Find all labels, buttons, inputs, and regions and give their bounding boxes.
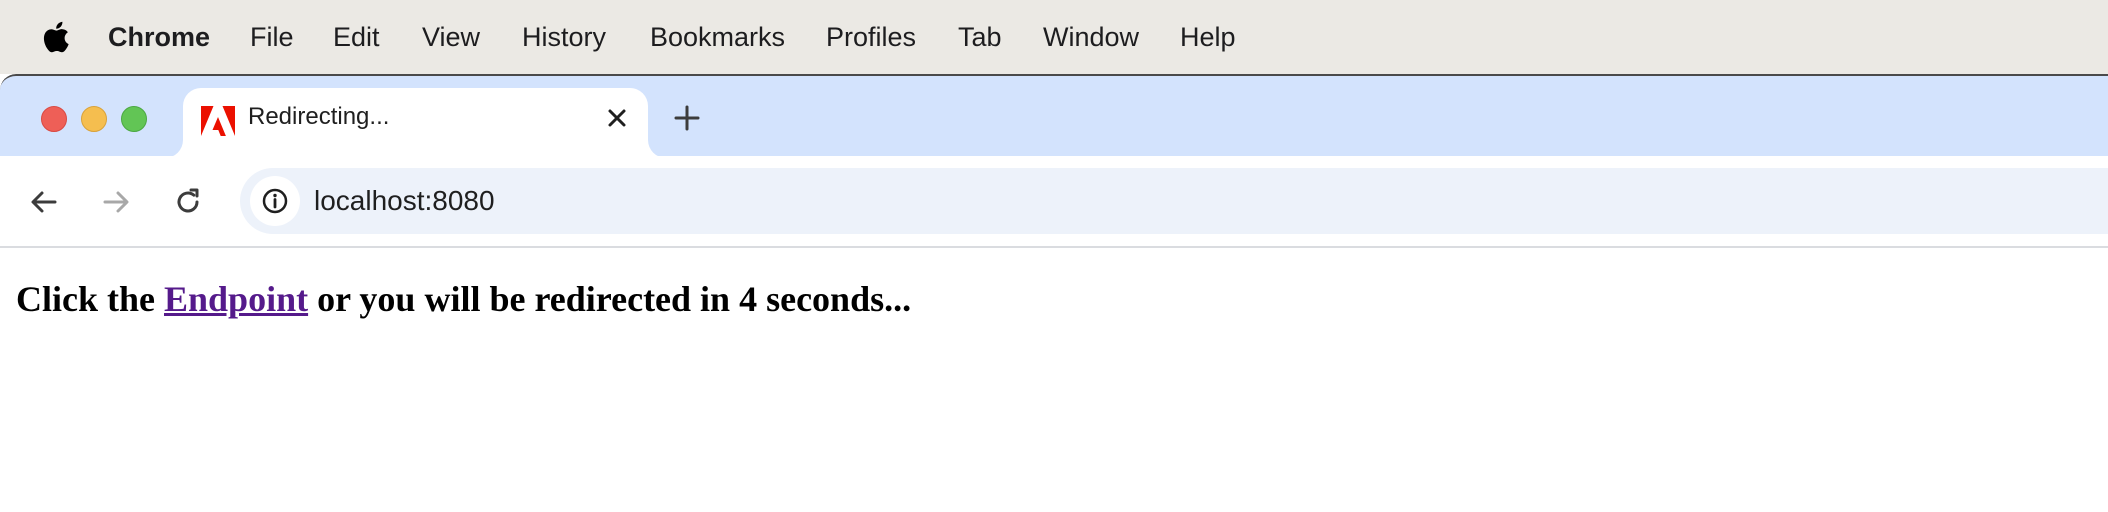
menu-profiles[interactable]: Profiles bbox=[826, 0, 916, 74]
minimize-window-button[interactable] bbox=[81, 106, 107, 132]
redirect-suffix: or you will be redirected in 4 seconds..… bbox=[308, 279, 912, 319]
menu-bookmarks[interactable]: Bookmarks bbox=[650, 0, 785, 74]
tab-strip: Redirecting... bbox=[0, 74, 2108, 158]
menu-file[interactable]: File bbox=[250, 0, 294, 74]
browser-window: Redirecting... localhost:8080 Click the … bbox=[0, 74, 2108, 512]
site-info-button[interactable] bbox=[250, 176, 300, 226]
url-text[interactable]: localhost:8080 bbox=[314, 168, 495, 234]
menu-help[interactable]: Help bbox=[1180, 0, 1236, 74]
address-bar[interactable]: localhost:8080 bbox=[240, 168, 2108, 234]
active-tab[interactable]: Redirecting... bbox=[183, 88, 648, 158]
menu-tab[interactable]: Tab bbox=[958, 0, 1002, 74]
close-tab-icon[interactable] bbox=[603, 104, 631, 132]
menu-history[interactable]: History bbox=[522, 0, 606, 74]
close-window-button[interactable] bbox=[41, 106, 67, 132]
zoom-window-button[interactable] bbox=[121, 106, 147, 132]
macos-menu-bar: Chrome File Edit View History Bookmarks … bbox=[0, 0, 2108, 74]
tab-title: Redirecting... bbox=[248, 103, 390, 130]
page-content: Click the Endpoint or you will be redire… bbox=[0, 248, 2108, 512]
redirect-prefix: Click the bbox=[16, 279, 164, 319]
menu-window[interactable]: Window bbox=[1043, 0, 1139, 74]
menu-edit[interactable]: Edit bbox=[333, 0, 380, 74]
endpoint-link[interactable]: Endpoint bbox=[164, 279, 308, 319]
adobe-logo-icon bbox=[201, 106, 235, 136]
apple-logo-icon[interactable] bbox=[40, 20, 70, 54]
menu-view[interactable]: View bbox=[422, 0, 480, 74]
new-tab-plus-icon[interactable] bbox=[672, 103, 702, 133]
forward-arrow-icon[interactable] bbox=[100, 186, 132, 218]
menu-app-chrome[interactable]: Chrome bbox=[108, 0, 210, 74]
browser-toolbar: localhost:8080 bbox=[0, 156, 2108, 248]
back-arrow-icon[interactable] bbox=[28, 186, 60, 218]
reload-icon[interactable] bbox=[172, 186, 204, 218]
info-icon bbox=[262, 188, 288, 214]
redirect-message: Click the Endpoint or you will be redire… bbox=[16, 278, 911, 320]
